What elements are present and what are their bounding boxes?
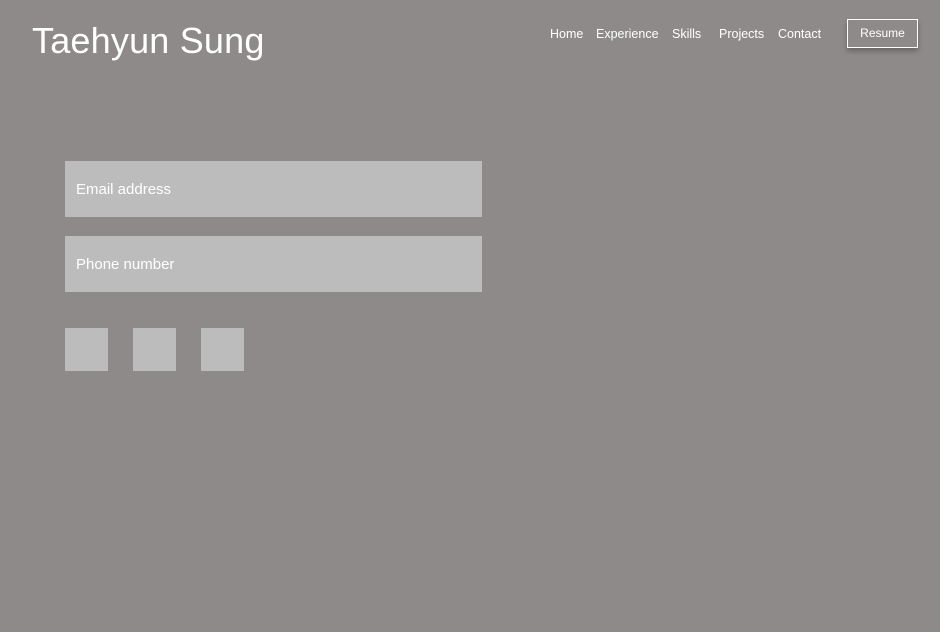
nav-home-link[interactable]: Home [550, 27, 583, 41]
resume-button[interactable]: Resume [847, 19, 918, 48]
email-field[interactable] [65, 161, 482, 217]
nav-skills-link[interactable]: Skills [672, 27, 701, 41]
nav-experience-link[interactable]: Experience [596, 27, 659, 41]
phone-field[interactable] [65, 236, 482, 292]
social-link-1-icon[interactable] [65, 328, 108, 371]
nav-projects-link[interactable]: Projects [719, 27, 764, 41]
social-link-3-icon[interactable] [201, 328, 244, 371]
social-link-2-icon[interactable] [133, 328, 176, 371]
site-title: Taehyun Sung [32, 20, 265, 61]
nav-contact-link[interactable]: Contact [778, 27, 821, 41]
